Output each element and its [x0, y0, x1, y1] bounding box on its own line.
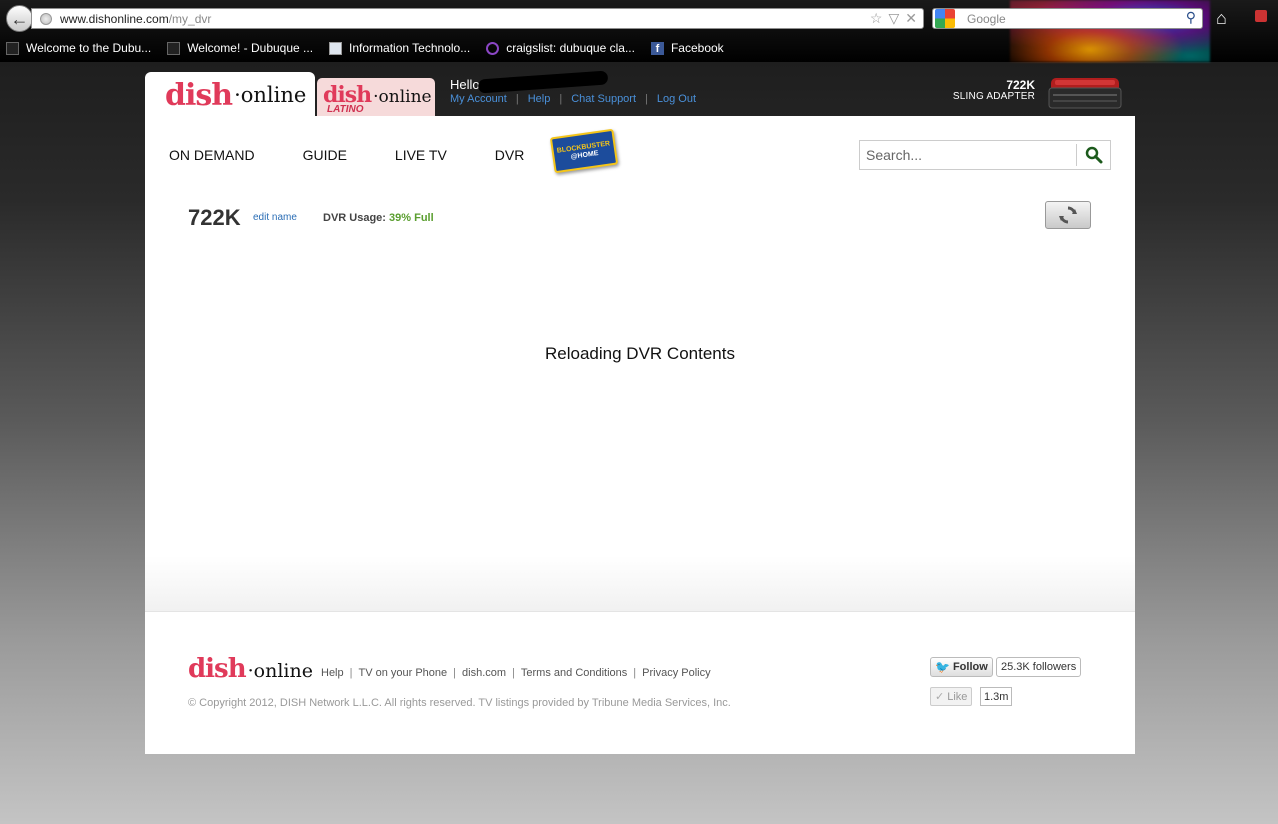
site-search-input[interactable] — [860, 141, 1076, 169]
separator: | — [633, 667, 637, 679]
edit-name-link[interactable]: edit name — [253, 212, 297, 223]
footer-logo[interactable]: dish ·online — [188, 654, 313, 684]
browser-search-placeholder: Google — [967, 11, 1006, 26]
footer-privacy-link[interactable]: Privacy Policy — [642, 667, 710, 679]
dropdown-arrow-icon[interactable]: ▽ — [888, 10, 899, 27]
url-bar-actions: ☆ ▽ ✕ — [870, 10, 917, 27]
logo-online-text: ·online — [234, 83, 307, 107]
site-identity-icon[interactable] — [40, 12, 52, 25]
bookmark-star-icon[interactable]: ☆ — [870, 10, 883, 27]
twitter-follower-count: 25.3K followers — [996, 657, 1082, 677]
dish-online-logo-tab[interactable]: dish ·online — [145, 72, 315, 118]
twitter-follow-label: Follow — [952, 661, 988, 673]
facebook-like-button[interactable]: ✓ Like — [930, 687, 973, 706]
dish-latino-tab[interactable]: dish ·online LATINO — [317, 78, 435, 116]
dvr-usage-label: DVR Usage: — [323, 212, 386, 224]
bookmark-label: craigslist: dubuque cla... — [506, 41, 635, 55]
like-label: Like — [947, 690, 968, 703]
facebook-icon: f — [650, 41, 664, 55]
footer-dish-com-link[interactable]: dish.com — [462, 667, 506, 679]
receiver-name: 722K — [1006, 78, 1035, 92]
bookmarks-toolbar: Welcome to the Dubu... Welcome! - Dubuqu… — [0, 37, 1278, 59]
site-search-button[interactable] — [1076, 144, 1110, 166]
dvr-usage-value: 39% Full — [389, 212, 434, 224]
addon-icon[interactable] — [1255, 10, 1267, 22]
site-footer: dish ·online Help | TV on your Phone | di… — [145, 611, 1135, 754]
bookmark-label: Welcome! - Dubuque ... — [187, 41, 314, 55]
separator: | — [453, 667, 457, 679]
bookmark-item[interactable]: Welcome! - Dubuque ... — [161, 41, 313, 55]
bookmark-item[interactable]: craigslist: dubuque cla... — [480, 41, 635, 55]
nav-guide[interactable]: GUIDE — [303, 147, 347, 163]
page-icon — [6, 41, 19, 55]
main-navigation: ON DEMAND GUIDE LIVE TV DVR — [169, 147, 572, 163]
separator: | — [559, 93, 563, 105]
footer-links: Help | TV on your Phone | dish.com | Ter… — [321, 667, 711, 679]
google-engine-icon[interactable] — [935, 9, 955, 28]
footer-logo-online-text: ·online — [247, 660, 313, 682]
home-icon[interactable]: ⌂ — [1216, 8, 1227, 29]
info-page-icon — [329, 41, 343, 55]
twitter-bird-icon: 🐦 — [935, 660, 950, 674]
stop-icon[interactable]: ✕ — [905, 10, 917, 27]
like-count: 1.3m — [980, 687, 1013, 706]
refresh-icon — [1059, 206, 1077, 224]
help-link[interactable]: Help — [528, 93, 551, 105]
dvr-usage: DVR Usage: 39% Full — [323, 212, 434, 224]
footer-logo-dish-text: dish — [188, 654, 247, 684]
separator: | — [349, 667, 353, 679]
redaction-mark — [477, 70, 609, 94]
search-icon — [1085, 146, 1102, 164]
separator: | — [645, 93, 648, 105]
peace-icon — [486, 41, 500, 55]
nav-on-demand[interactable]: ON DEMAND — [169, 147, 255, 163]
site-search-box — [859, 140, 1111, 170]
logo-dish-text: dish — [165, 77, 233, 113]
my-account-link[interactable]: My Account — [450, 93, 507, 105]
bookmark-item[interactable]: Information Technolo... — [323, 41, 470, 55]
footer-tv-on-phone-link[interactable]: TV on your Phone — [358, 667, 447, 679]
address-bar[interactable]: www.dishonline.com/my_dvr ☆ ▽ ✕ — [31, 8, 924, 29]
bookmark-label: Facebook — [670, 41, 724, 55]
bookmark-item[interactable]: Welcome to the Dubu... — [0, 41, 151, 55]
twitter-follow-button[interactable]: 🐦 Follow — [930, 657, 993, 677]
footer-terms-link[interactable]: Terms and Conditions — [521, 667, 627, 679]
bookmark-label: Welcome to the Dubu... — [26, 41, 152, 55]
page-icon — [167, 41, 181, 55]
browser-toolbar: ← www.dishonline.com/my_dvr ☆ ▽ ✕ Google… — [0, 0, 1278, 62]
separator: | — [515, 93, 519, 105]
bookmark-item[interactable]: f Facebook — [645, 41, 724, 55]
checkmark-icon: ✓ — [935, 691, 945, 703]
latino-subtext: LATINO — [327, 104, 364, 115]
nav-live-tv[interactable]: LIVE TV — [395, 147, 447, 163]
footer-help-link[interactable]: Help — [321, 667, 344, 679]
sling-adapter-device-icon[interactable] — [1047, 74, 1123, 112]
reloading-status-message: Reloading DVR Contents — [545, 344, 735, 363]
nav-dvr[interactable]: DVR — [495, 147, 525, 163]
bookmark-label: Information Technolo... — [349, 41, 471, 55]
dvr-name: 722K — [188, 205, 241, 230]
main-content: ON DEMAND GUIDE LIVE TV DVR BLOCKBUSTER … — [145, 116, 1135, 611]
refresh-button[interactable] — [1045, 201, 1091, 229]
back-arrow-icon: ← — [10, 8, 29, 29]
browser-search-bar[interactable]: Google ⚲ — [932, 8, 1203, 29]
sling-adapter-label: SLING ADAPTER — [952, 91, 1035, 102]
copyright-text: © Copyright 2012, DISH Network L.L.C. Al… — [188, 697, 731, 709]
blockbuster-home-badge[interactable]: BLOCKBUSTER @HOME — [549, 128, 619, 174]
url-host: www.dishonline.com — [60, 11, 169, 26]
back-button[interactable]: ← — [6, 5, 33, 32]
url-path: /my_dvr — [168, 11, 212, 26]
chat-support-link[interactable]: Chat Support — [571, 93, 636, 105]
separator: | — [512, 667, 515, 679]
site-header: dish ·online dish ·online LATINO Hello, C … — [145, 70, 1135, 118]
log-out-link[interactable]: Log Out — [657, 93, 696, 105]
account-links: My Account | Help | Chat Support | Log O… — [450, 93, 696, 105]
magnifier-icon[interactable]: ⚲ — [1186, 9, 1196, 26]
latino-online-text: ·online — [373, 87, 432, 107]
